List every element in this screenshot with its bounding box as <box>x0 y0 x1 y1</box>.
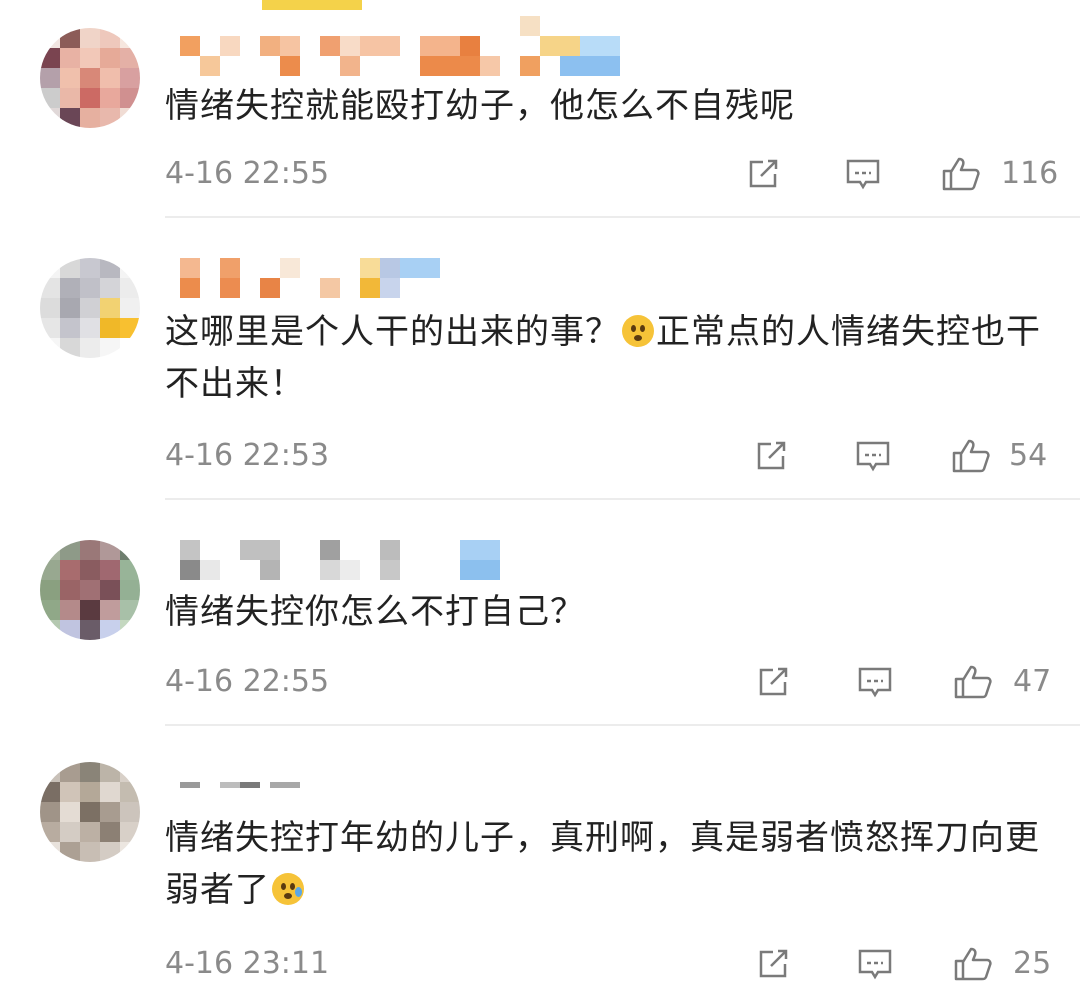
username-redacted[interactable] <box>180 258 460 302</box>
avatar[interactable] <box>40 762 140 862</box>
comment-text: 这哪里是个人干的出来的事？ 正常点的人情绪失控也干不出来！ <box>165 312 1041 404</box>
divider <box>165 498 1080 500</box>
divider <box>165 724 1080 726</box>
share-icon[interactable] <box>755 664 791 700</box>
comment-time: 4-16 23:11 <box>165 946 330 981</box>
share-icon[interactable] <box>745 156 781 192</box>
comment-time: 4-16 22:55 <box>165 156 330 191</box>
like-count: 116 <box>1001 156 1059 191</box>
avatar[interactable] <box>40 258 140 358</box>
surprised-face-icon <box>622 315 654 347</box>
like-count: 25 <box>1013 946 1052 981</box>
username-redacted[interactable] <box>180 540 520 584</box>
username-redacted[interactable] <box>180 772 320 796</box>
avatar[interactable] <box>40 540 140 640</box>
comment-meta: 4-16 23:11 25 <box>165 942 1051 986</box>
comment-time: 4-16 22:55 <box>165 664 330 699</box>
comment-meta: 4-16 22:55 47 <box>165 660 1051 704</box>
comment-icon[interactable] <box>857 664 893 700</box>
comment-text: 情绪失控你怎么不打自己？ <box>165 592 585 632</box>
thumbs-up-icon[interactable] <box>951 438 991 474</box>
sad-sweat-face-icon <box>272 873 304 905</box>
thumbs-up-icon[interactable] <box>953 664 993 700</box>
comment-text: 情绪失控打年幼的儿子，真刑啊，真是弱者愤怒挥刀向更弱者了 <box>165 818 1040 910</box>
comment-icon[interactable] <box>857 946 893 982</box>
like-count: 54 <box>1009 438 1048 473</box>
thumbs-up-icon[interactable] <box>941 156 981 192</box>
like-count: 47 <box>1013 664 1052 699</box>
share-icon[interactable] <box>753 438 789 474</box>
comment-meta: 4-16 22:53 54 <box>165 434 1048 478</box>
comment-text: 情绪失控就能殴打幼子，他怎么不自残呢 <box>165 86 795 126</box>
comment-meta: 4-16 22:55 116 <box>165 152 1058 196</box>
thumbs-up-icon[interactable] <box>953 946 993 982</box>
divider <box>165 216 1080 218</box>
share-icon[interactable] <box>755 946 791 982</box>
comment-icon[interactable] <box>855 438 891 474</box>
username-redacted[interactable] <box>180 16 640 80</box>
comment-icon[interactable] <box>845 156 881 192</box>
avatar[interactable] <box>40 28 140 128</box>
top-highlight-strip <box>262 0 362 10</box>
comment-time: 4-16 22:53 <box>165 438 330 473</box>
